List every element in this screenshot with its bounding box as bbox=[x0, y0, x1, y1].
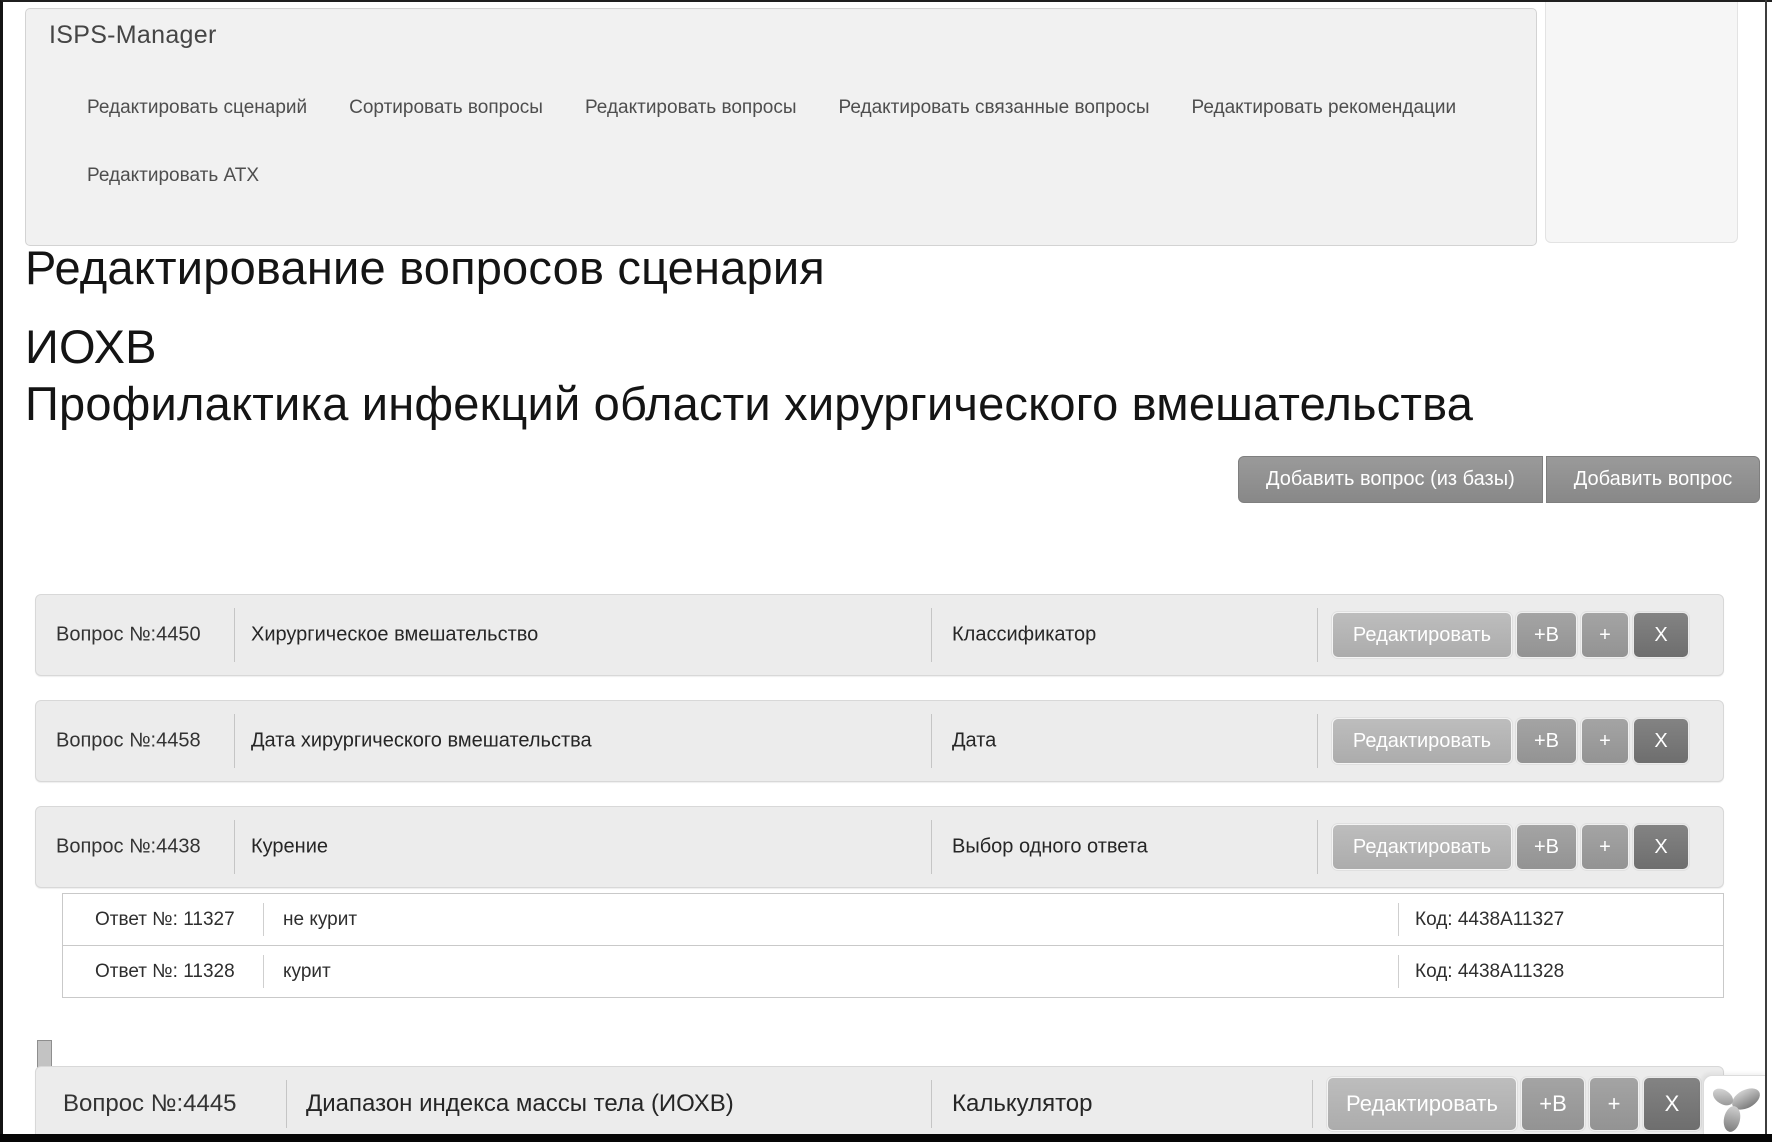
divider bbox=[1317, 820, 1318, 874]
app-brand: ISPS-Manager bbox=[49, 21, 217, 50]
main-menu-row-1: Редактировать сценарий Сортировать вопро… bbox=[87, 97, 1456, 119]
question-title: Хирургическое вмешательство bbox=[251, 624, 538, 647]
main-menu-row-2: Редактировать АТХ bbox=[87, 165, 259, 187]
question-number: Вопрос №:4450 bbox=[56, 624, 201, 647]
add-answer-button[interactable]: +В bbox=[1516, 824, 1577, 870]
divider bbox=[263, 955, 264, 988]
divider bbox=[931, 820, 932, 874]
page-title: Редактирование вопросов сценария bbox=[25, 240, 825, 295]
add-answer-button[interactable]: +В bbox=[1521, 1077, 1585, 1131]
edit-question-button[interactable]: Редактировать bbox=[1332, 718, 1512, 764]
add-plus-button[interactable]: + bbox=[1581, 718, 1629, 764]
divider bbox=[286, 1080, 287, 1128]
page: ISPS-Manager Редактировать сценарий Сорт… bbox=[0, 0, 1772, 1142]
answer-text: не курит bbox=[283, 909, 357, 931]
delete-question-button[interactable]: X bbox=[1633, 612, 1689, 658]
screenshot-frame-right bbox=[1765, 0, 1767, 1142]
add-plus-button[interactable]: + bbox=[1581, 612, 1629, 658]
menu-item-edit-scenario[interactable]: Редактировать сценарий bbox=[87, 97, 307, 119]
question-type-label: Выбор одного ответа bbox=[952, 836, 1148, 859]
header-panel: ISPS-Manager Редактировать сценарий Сорт… bbox=[25, 8, 1537, 246]
question-number: Вопрос №:4438 bbox=[56, 836, 201, 859]
divider bbox=[931, 608, 932, 662]
add-question-from-base-button[interactable]: Добавить вопрос (из базы) bbox=[1238, 456, 1543, 503]
answer-number: Ответ №: 11328 bbox=[95, 961, 235, 983]
answer-code: Код: 4438A11328 bbox=[1415, 961, 1564, 983]
menu-item-sort-questions[interactable]: Сортировать вопросы bbox=[349, 97, 543, 119]
question-row-4458: Вопрос №:4458 Дата хирургического вмешат… bbox=[35, 700, 1724, 782]
edit-question-button[interactable]: Редактировать bbox=[1332, 612, 1512, 658]
answer-number: Ответ №: 11327 bbox=[95, 909, 235, 931]
question-row-4445: Вопрос №:4445 Диапазон индекса массы тел… bbox=[35, 1066, 1724, 1142]
header-side-panel bbox=[1545, 0, 1738, 243]
question-number: Вопрос №:4458 bbox=[56, 730, 201, 753]
menu-item-edit-atc[interactable]: Редактировать АТХ bbox=[87, 165, 259, 187]
scenario-heading: ИОХВПрофилактика инфекций области хирург… bbox=[25, 318, 1473, 432]
question-row-4450: Вопрос №:4450 Хирургическое вмешательств… bbox=[35, 594, 1724, 676]
question-actions: Редактировать +В + X bbox=[1332, 807, 1689, 887]
scroll-thumb[interactable] bbox=[37, 1040, 52, 1068]
divider bbox=[931, 714, 932, 768]
question-actions: Редактировать +В + X bbox=[1332, 595, 1689, 675]
question-title: Диапазон индекса массы тела (ИОХВ) bbox=[306, 1090, 734, 1118]
edit-question-button[interactable]: Редактировать bbox=[1327, 1077, 1517, 1131]
question-row-4438: Вопрос №:4438 Курение Выбор одного ответ… bbox=[35, 806, 1724, 888]
question-type-label: Калькулятор bbox=[952, 1090, 1093, 1118]
menu-item-edit-questions[interactable]: Редактировать вопросы bbox=[585, 97, 797, 119]
menu-item-edit-recommendations[interactable]: Редактировать рекомендации bbox=[1192, 97, 1457, 119]
add-answer-button[interactable]: +В bbox=[1516, 718, 1577, 764]
add-plus-button[interactable]: + bbox=[1589, 1077, 1639, 1131]
delete-question-button[interactable]: X bbox=[1633, 718, 1689, 764]
question-actions: Редактировать +В + X bbox=[1327, 1067, 1701, 1141]
menu-item-edit-linked-questions[interactable]: Редактировать связанные вопросы bbox=[839, 97, 1150, 119]
divider bbox=[931, 1080, 932, 1128]
divider bbox=[1317, 714, 1318, 768]
divider bbox=[1398, 903, 1399, 936]
answer-row-11328: Ответ №: 11328 курит Код: 4438A11328 bbox=[62, 945, 1724, 998]
divider bbox=[234, 820, 235, 874]
scenario-name: Профилактика инфекций области хирургичес… bbox=[25, 377, 1473, 430]
question-actions: Редактировать +В + X bbox=[1332, 701, 1689, 781]
edit-question-button[interactable]: Редактировать bbox=[1332, 824, 1512, 870]
answer-code: Код: 4438A11327 bbox=[1415, 909, 1564, 931]
delete-question-button[interactable]: X bbox=[1633, 824, 1689, 870]
divider bbox=[1398, 955, 1399, 988]
divider bbox=[234, 608, 235, 662]
divider bbox=[1312, 1080, 1313, 1128]
divider bbox=[1317, 608, 1318, 662]
divider bbox=[263, 903, 264, 936]
question-type-label: Дата bbox=[952, 730, 996, 753]
add-question-toolbar: Добавить вопрос (из базы) Добавить вопро… bbox=[1238, 456, 1760, 503]
question-title: Курение bbox=[251, 836, 328, 859]
question-type-label: Классификатор bbox=[952, 624, 1096, 647]
leaf-widget[interactable] bbox=[1703, 1075, 1767, 1135]
answer-text: курит bbox=[283, 961, 331, 983]
question-number: Вопрос №:4445 bbox=[63, 1090, 237, 1118]
add-plus-button[interactable]: + bbox=[1581, 824, 1629, 870]
scenario-code: ИОХВ bbox=[25, 320, 157, 373]
answer-row-11327: Ответ №: 11327 не курит Код: 4438A11327 bbox=[62, 893, 1724, 946]
add-answer-button[interactable]: +В bbox=[1516, 612, 1577, 658]
question-title: Дата хирургического вмешательства bbox=[251, 730, 592, 753]
delete-question-button[interactable]: X bbox=[1643, 1077, 1701, 1131]
add-question-button[interactable]: Добавить вопрос bbox=[1546, 456, 1761, 503]
divider bbox=[234, 714, 235, 768]
